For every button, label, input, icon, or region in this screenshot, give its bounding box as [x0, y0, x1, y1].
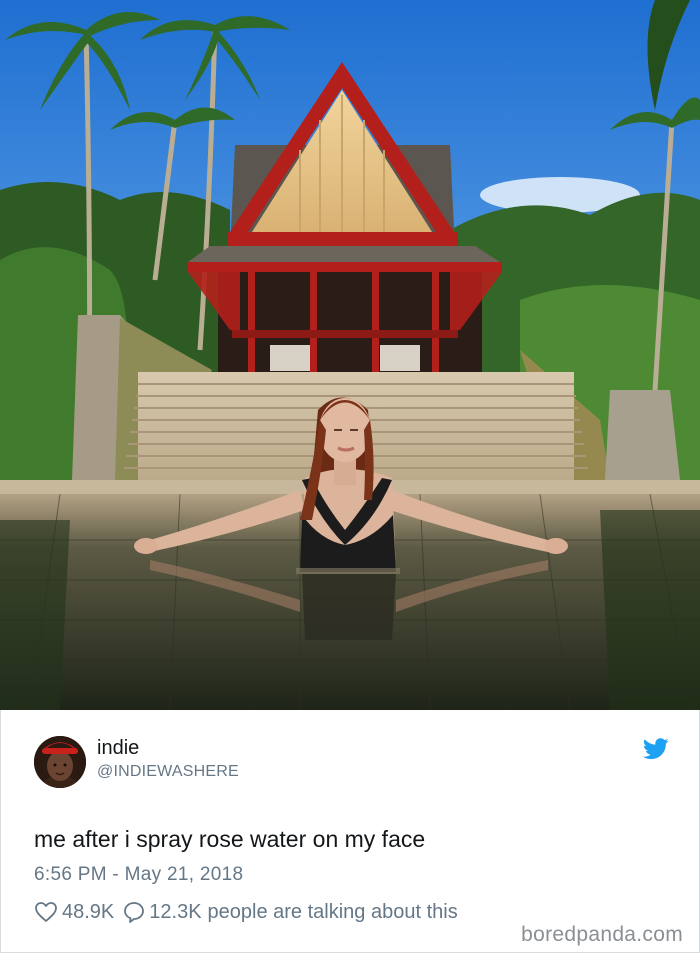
user-handle[interactable]: @INDIEWASHERE: [97, 763, 239, 781]
reply-button[interactable]: 12.3K: [123, 900, 202, 924]
display-name[interactable]: indie: [97, 737, 139, 760]
tweet-photo[interactable]: [0, 0, 700, 710]
avatar[interactable]: [34, 736, 86, 788]
tweet-card: indie @INDIEWASHERE me after i spray ros…: [0, 710, 700, 953]
heart-icon: [34, 901, 58, 923]
like-count: 48.9K: [62, 900, 115, 923]
like-button[interactable]: 48.9K: [34, 901, 114, 924]
speech-bubble-icon: [123, 901, 145, 923]
tweet-text: me after i spray rose water on my face: [34, 826, 426, 852]
reply-count: 12.3K: [149, 900, 202, 923]
tweet-timestamp[interactable]: 6:56 PM - May 21, 2018: [34, 864, 243, 886]
talking-about-link[interactable]: people are talking about this: [208, 901, 458, 924]
boredpanda-watermark: boredpanda.com: [521, 923, 683, 947]
twitter-bird-icon[interactable]: [643, 738, 669, 760]
engagement-bar: 48.9K 12.3K people are talking about thi…: [34, 899, 458, 925]
meme-page: indie @INDIEWASHERE me after i spray ros…: [0, 0, 700, 954]
